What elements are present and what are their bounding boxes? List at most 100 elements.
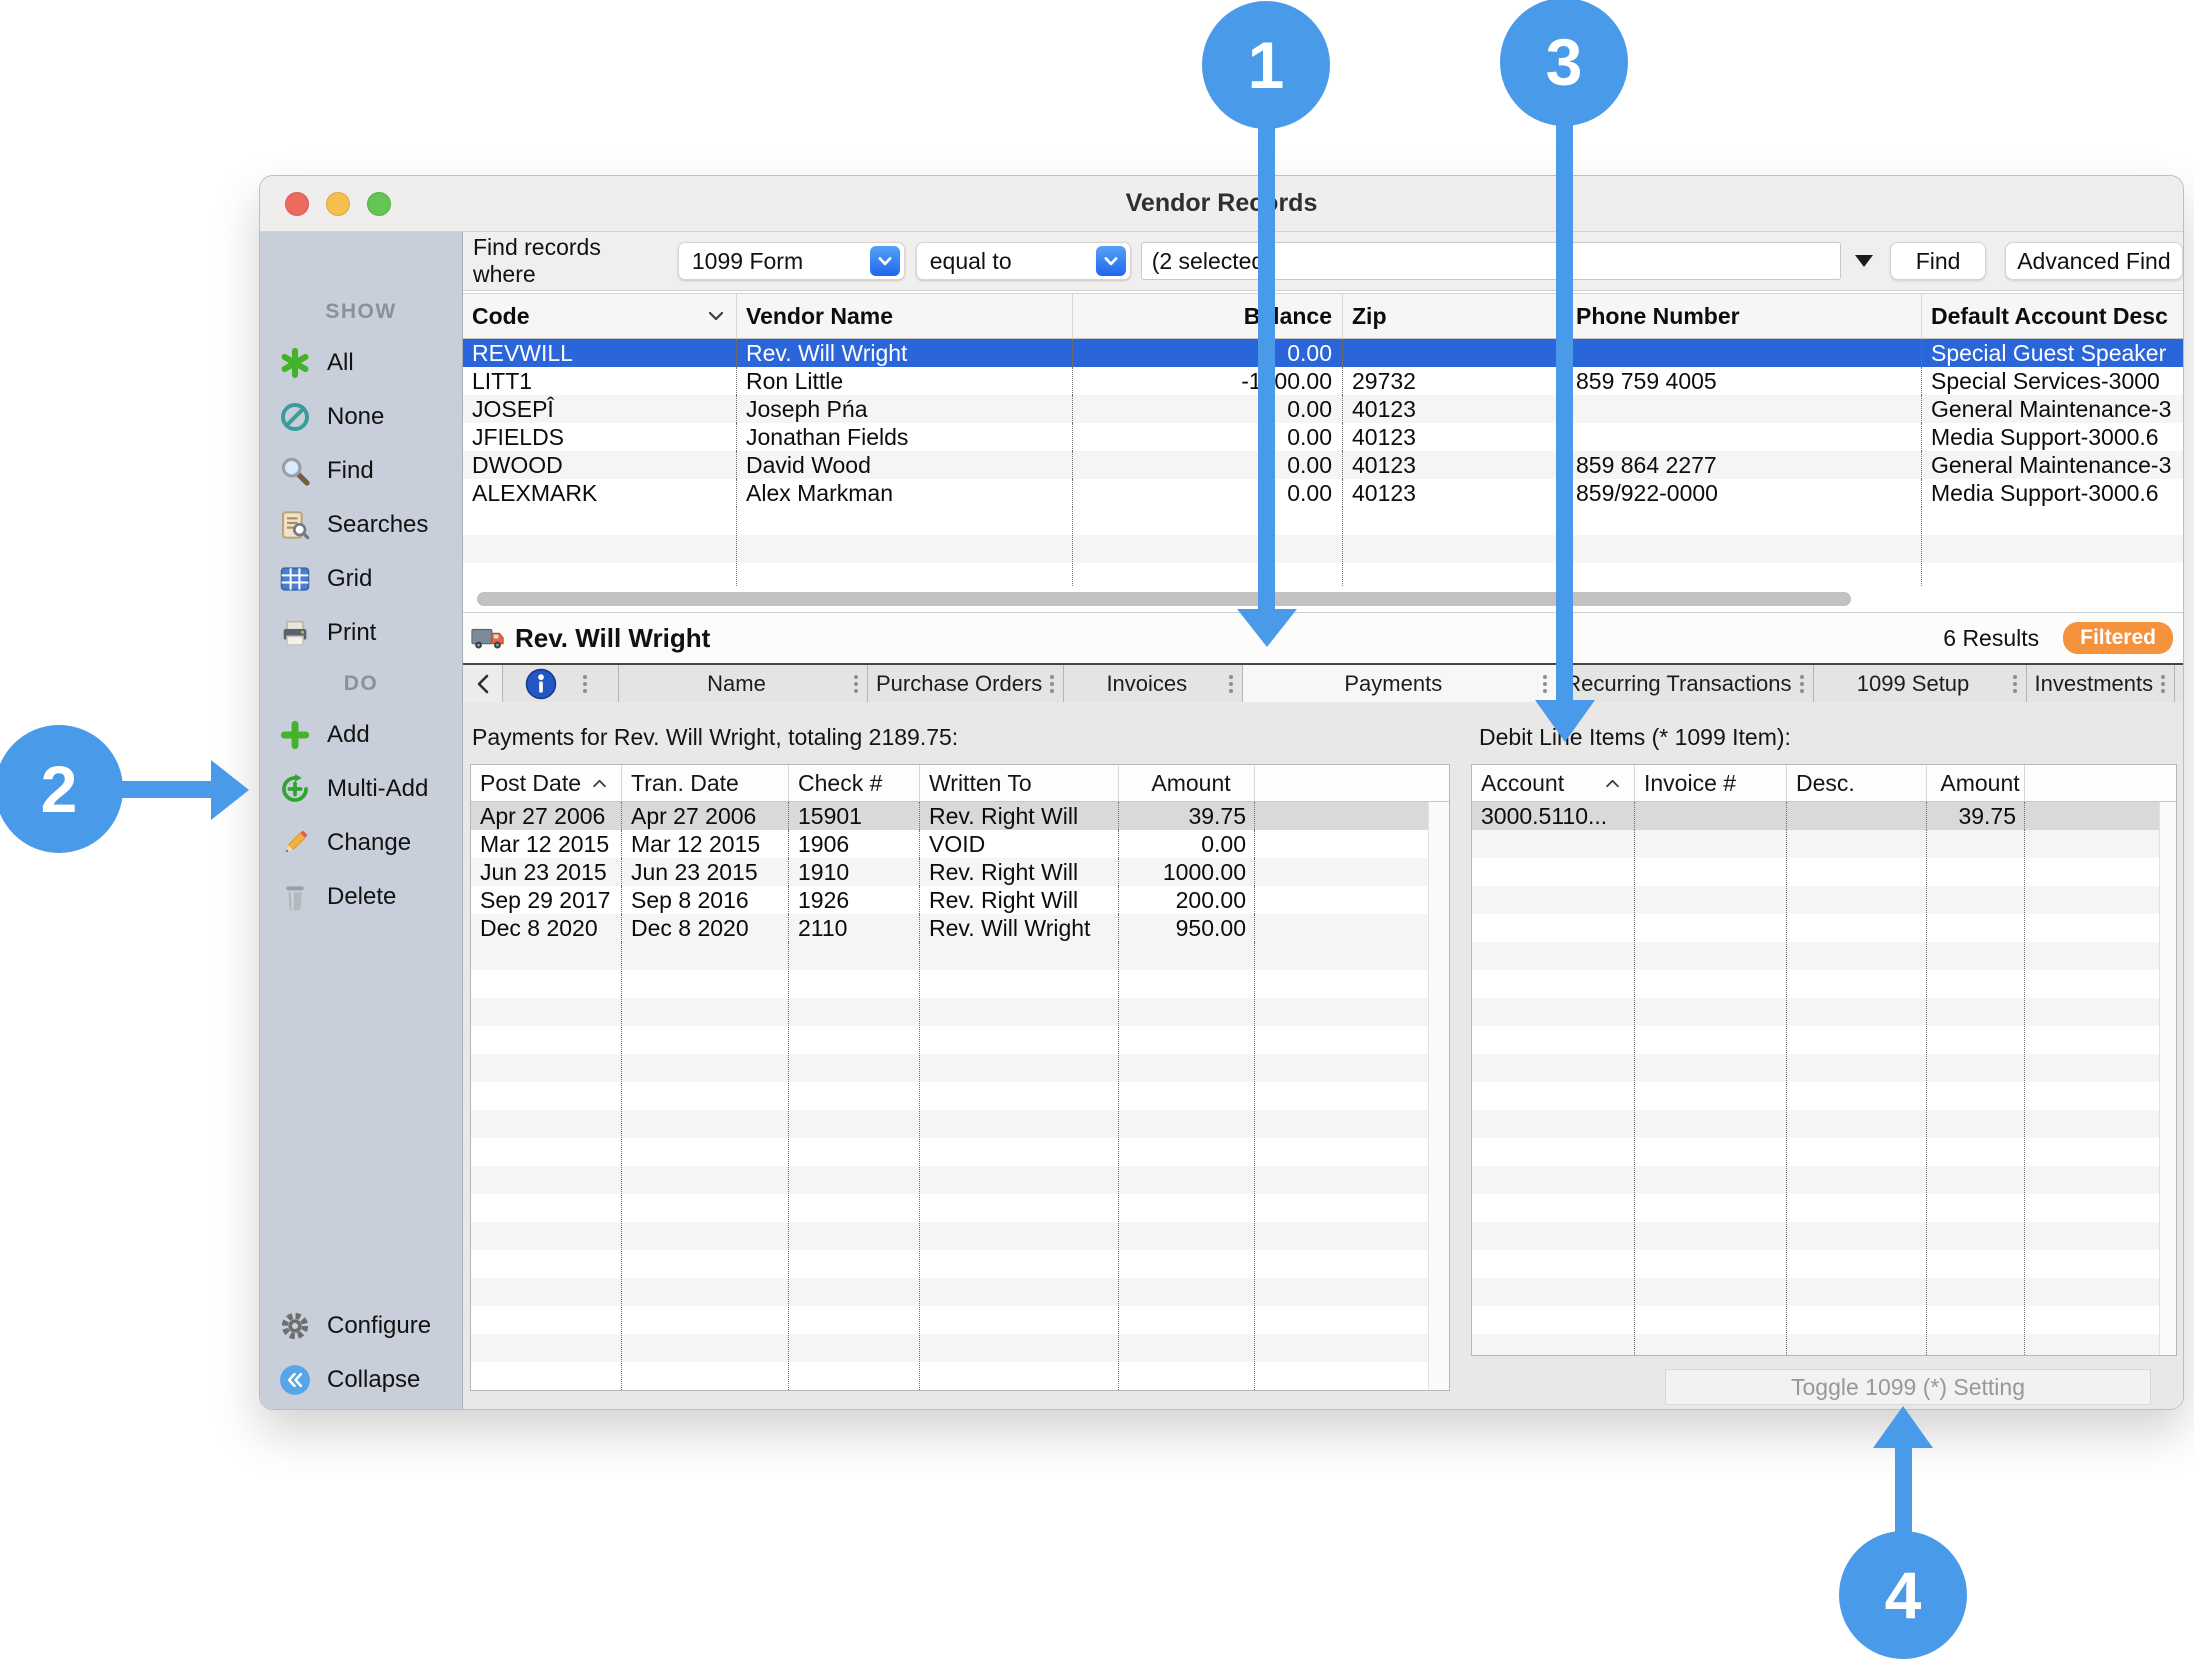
results-count: 6 Results <box>1943 625 2039 652</box>
column-header-phone[interactable]: Phone Number <box>1566 294 1921 338</box>
operator-select[interactable]: equal to <box>916 242 1131 280</box>
column-header-vendor-name[interactable]: Vendor Name <box>736 294 1072 338</box>
column-header-post-date[interactable]: Post Date <box>471 765 621 801</box>
column-header-zip[interactable]: Zip <box>1342 294 1566 338</box>
sidebar-spacer <box>260 924 462 1299</box>
tab-label: Recurring Transactions <box>1557 671 1799 697</box>
find-button[interactable]: Find <box>1890 242 1986 280</box>
collapse-icon <box>278 1363 312 1397</box>
column-header-invoice[interactable]: Invoice # <box>1634 765 1786 801</box>
cell-vendor-name: Rev. Will Wright <box>736 339 1072 367</box>
debit-row[interactable]: 3000.5110... 39.75 <box>1472 802 2176 830</box>
sidebar-item-none[interactable]: None <box>260 390 462 444</box>
payment-row[interactable]: Sep 29 2017 Sep 8 2016 1926 Rev. Right W… <box>471 886 1449 914</box>
chevron-down-icon <box>1096 246 1126 276</box>
payments-vertical-scrollbar[interactable] <box>1428 802 1449 1390</box>
cell-phone <box>1566 395 1921 423</box>
sidebar-item-delete[interactable]: Delete <box>260 870 462 924</box>
vendor-row[interactable]: ALEXMARK Alex Markman 0.00 40123 859/922… <box>463 479 2183 507</box>
column-header-amount[interactable]: Amount <box>1926 765 2024 801</box>
column-header-label: Balance <box>1244 303 1332 330</box>
detail-tab[interactable]: 1099 Setup <box>1814 665 2027 702</box>
payment-row[interactable]: Apr 27 2006 Apr 27 2006 15901 Rev. Right… <box>471 802 1449 830</box>
vendor-row[interactable]: JFIELDS Jonathan Fields 0.00 40123 Media… <box>463 423 2183 451</box>
field-select-value: 1099 Form <box>679 248 870 275</box>
tab-label: Us <box>2175 671 2184 697</box>
detail-tab[interactable]: Recurring Transactions <box>1557 665 1813 702</box>
sort-down-icon <box>708 311 724 321</box>
payment-row[interactable]: Jun 23 2015 Jun 23 2015 1910 Rev. Right … <box>471 858 1449 886</box>
tabs: Name Purchase Orders Invoices Payments <box>619 665 2184 702</box>
record-name: Rev. Will Wright <box>515 623 710 654</box>
vendor-row[interactable]: REVWILL Rev. Will Wright 0.00 Special Gu… <box>463 339 2183 367</box>
column-header-desc[interactable]: Desc. <box>1786 765 1926 801</box>
advanced-find-button[interactable]: Advanced Find <box>2005 242 2183 280</box>
horizontal-scrollbar-thumb[interactable] <box>477 592 1851 606</box>
sidebar-item-configure[interactable]: Configure <box>260 1299 462 1353</box>
cell-default-account: Special Guest Speaker <box>1921 339 2183 367</box>
cell-phone: 859/922-0000 <box>1566 479 1921 507</box>
sidebar-item-find[interactable]: Find <box>260 444 462 498</box>
filtered-badge[interactable]: Filtered <box>2063 622 2173 654</box>
detail-tab[interactable]: Purchase Orders <box>868 665 1064 702</box>
column-header-code[interactable]: Code <box>463 294 736 338</box>
vendor-row[interactable]: DWOOD David Wood 0.00 40123 859 864 2277… <box>463 451 2183 479</box>
cell-balance: 0.00 <box>1072 423 1342 451</box>
sidebar-item-all[interactable]: All <box>260 336 462 390</box>
column-header-written-to[interactable]: Written To <box>919 765 1118 801</box>
toggle-1099-setting-button[interactable]: Toggle 1099 (*) Setting <box>1665 1369 2151 1405</box>
cell-code: REVWILL <box>463 339 736 367</box>
cell-phone: 859 759 4005 <box>1566 367 1921 395</box>
cell-blank <box>1254 914 1449 942</box>
column-header-label: Phone Number <box>1576 303 1740 330</box>
vendor-row[interactable]: LITT1 Ron Little -1000.00 29732 859 759 … <box>463 367 2183 395</box>
recent-searches-caret-icon[interactable] <box>1855 255 1873 267</box>
sidebar-item-add[interactable]: Add <box>260 708 462 762</box>
sidebar-item-print[interactable]: Print <box>260 606 462 660</box>
detail-tab[interactable]: Payments <box>1243 665 1557 702</box>
column-header-default-account[interactable]: Default Account Desc <box>1921 294 2183 338</box>
sidebar-item-grid[interactable]: Grid <box>260 552 462 606</box>
cell-default-account: General Maintenance-3 <box>1921 451 2183 479</box>
cell-vendor-name: David Wood <box>736 451 1072 479</box>
tab-scroll-left-button[interactable] <box>463 665 503 702</box>
debit-vertical-scrollbar[interactable] <box>2159 802 2176 1355</box>
cell-code: LITT1 <box>463 367 736 395</box>
vendor-table-header: Code Vendor Name Balance Zip Phone Numbe… <box>463 293 2183 339</box>
tab-drag-handle-icon <box>854 682 858 686</box>
column-header-balance[interactable]: Balance <box>1072 294 1342 338</box>
cell-blank <box>1254 830 1449 858</box>
sidebar-item-searches[interactable]: Searches <box>260 498 462 552</box>
payment-row[interactable]: Dec 8 2020 Dec 8 2020 2110 Rev. Will Wri… <box>471 914 1449 942</box>
column-header-check[interactable]: Check # <box>788 765 919 801</box>
field-select[interactable]: 1099 Form <box>678 242 905 280</box>
cell-amount: 39.75 <box>1926 802 2024 830</box>
cell-vendor-name: Alex Markman <box>736 479 1072 507</box>
vendor-row[interactable]: JOSEPÎ Joseph Pńa 0.00 40123 General Mai… <box>463 395 2183 423</box>
tab-drag-handle-icon <box>583 682 587 686</box>
sidebar-item-collapse[interactable]: Collapse <box>260 1353 462 1407</box>
column-header-amount[interactable]: Amount <box>1118 765 1254 801</box>
cell-phone: 859 864 2277 <box>1566 451 1921 479</box>
tab-info[interactable] <box>503 665 619 702</box>
column-header-tran-date[interactable]: Tran. Date <box>621 765 788 801</box>
sidebar-item-label: Searches <box>327 511 428 539</box>
detail-tab[interactable]: Invoices <box>1064 665 1243 702</box>
cell-post-date: Sep 29 2017 <box>471 886 621 914</box>
detail-tab[interactable]: Name <box>619 665 868 702</box>
column-header-account[interactable]: Account <box>1472 765 1634 801</box>
magnifier-icon <box>278 454 312 488</box>
detail-tab[interactable]: Us <box>2175 665 2184 702</box>
sidebar-item-label: Find <box>327 457 374 485</box>
sidebar-item-label: Grid <box>327 565 372 593</box>
tab-drag-handle-icon <box>1543 682 1547 686</box>
sidebar-item-change[interactable]: Change <box>260 816 462 870</box>
cell-check-number: 15901 <box>788 802 919 830</box>
tab-drag-handle-icon <box>2013 682 2017 686</box>
payment-row[interactable]: Mar 12 2015 Mar 12 2015 1906 VOID 0.00 <box>471 830 1449 858</box>
detail-tab[interactable]: Investments <box>2027 665 2176 702</box>
sidebar-item-multi-add[interactable]: Multi-Add <box>260 762 462 816</box>
cell-tran-date: Apr 27 2006 <box>621 802 788 830</box>
find-value-input[interactable] <box>1141 242 1842 280</box>
cell-default-account: Media Support-3000.6 <box>1921 479 2183 507</box>
